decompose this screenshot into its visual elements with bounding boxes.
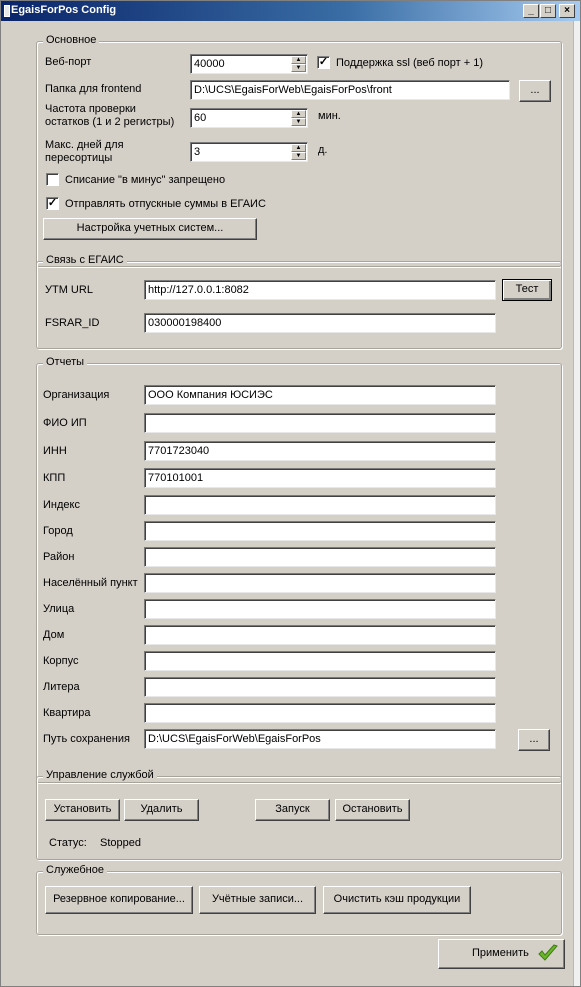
send-sums-checkbox[interactable]: ✓ [46, 197, 59, 210]
web-port-label: Веб-порт [45, 56, 92, 68]
frontend-folder-label: Папка для frontend [45, 83, 142, 95]
report-field-label: Район [43, 551, 75, 563]
spin-up-icon[interactable]: ▲ [291, 144, 306, 152]
minimize-button[interactable]: _ [523, 4, 539, 18]
report-field-input[interactable] [144, 547, 496, 567]
spin-down-icon[interactable]: ▼ [291, 118, 306, 126]
maximize-button[interactable]: □ [540, 4, 556, 18]
report-field-input[interactable]: 770101001 [144, 468, 496, 488]
report-field-input[interactable] [144, 495, 496, 515]
report-field-label: Корпус [43, 655, 79, 667]
web-port-spinner[interactable]: 40000 ▲ ▼ [190, 54, 308, 74]
report-field-input[interactable]: 7701723040 [144, 441, 496, 461]
config-window: EgaisForPos Config _ □ × Основное Веб-по… [0, 0, 581, 987]
reports-legend: Отчеты [43, 356, 88, 368]
utility-group: Служебное Резервное копирование... Учётн… [36, 864, 562, 935]
minus-writeoff-checkbox[interactable] [46, 173, 59, 186]
max-days-label-1: Макс. дней для [45, 139, 124, 151]
start-service-button[interactable]: Запуск [255, 799, 330, 821]
backup-button[interactable]: Резервное копирование... [45, 886, 193, 914]
ssl-label: Поддержка ssl (веб порт + 1) [336, 57, 483, 69]
minus-writeoff-label: Списание "в минус" запрещено [65, 174, 226, 186]
frontend-browse-button[interactable]: ... [519, 80, 551, 102]
remove-service-button[interactable]: Удалить [124, 799, 199, 821]
accounting-systems-button[interactable]: Настройка учетных систем... [43, 218, 257, 240]
report-field-label: Путь сохранения [43, 733, 130, 745]
report-field-input[interactable] [144, 625, 496, 645]
title-bar[interactable]: EgaisForPos Config _ □ × [1, 1, 580, 21]
max-days-label-2: пересортицы [45, 152, 113, 164]
check-freq-label-1: Частота проверки [45, 103, 136, 115]
vertical-scrollbar[interactable] [573, 21, 580, 986]
window-content: Основное Веб-порт 40000 ▲ ▼ ✓ Поддержка … [1, 21, 580, 986]
ssl-checkbox[interactable]: ✓ [317, 56, 330, 69]
utm-url-label: УТМ URL [45, 284, 93, 296]
report-field-input[interactable] [144, 599, 496, 619]
status-label: Статус: [49, 837, 87, 849]
report-field-label: Индекс [43, 499, 80, 511]
report-field-label: КПП [43, 472, 66, 484]
report-field-input[interactable] [144, 521, 496, 541]
install-service-button[interactable]: Установить [45, 799, 120, 821]
main-settings-group: Основное Веб-порт 40000 ▲ ▼ ✓ Поддержка … [36, 34, 562, 267]
apply-label: Применить [472, 947, 529, 959]
check-icon: ✓ [47, 197, 58, 209]
report-field-label: Дом [43, 629, 65, 641]
checkmark-icon [538, 944, 558, 961]
fsrar-id-label: FSRAR_ID [45, 317, 100, 329]
report-field-input[interactable] [144, 677, 496, 697]
check-freq-spinner[interactable]: 60 ▲ ▼ [190, 108, 308, 128]
egais-legend: Связь с ЕГАИС [43, 254, 127, 266]
report-field-label: Улица [43, 603, 75, 615]
max-days-value: 3 [194, 146, 201, 158]
report-field-label: Квартира [43, 707, 91, 719]
report-field-input[interactable] [144, 573, 496, 593]
send-sums-label: Отправлять отпускные суммы в ЕГАИС [65, 198, 266, 210]
main-settings-legend: Основное [43, 34, 100, 46]
apply-button[interactable]: Применить [438, 939, 565, 969]
reports-group: Отчеты Организация ООО Компания ЮСИЭС ФИО … [36, 356, 562, 783]
service-legend: Управление службой [43, 769, 157, 781]
stop-service-button[interactable]: Остановить [335, 799, 410, 821]
report-field-input[interactable] [144, 413, 496, 433]
accounts-button[interactable]: Учётные записи... [199, 886, 316, 914]
egais-group: Связь с ЕГАИС УТМ URL http://127.0.0.1:8… [36, 254, 562, 349]
report-field-label: Организация [43, 389, 110, 401]
close-button[interactable]: × [559, 4, 575, 18]
check-freq-label-2: остатков (1 и 2 регистры) [45, 116, 175, 128]
frontend-folder-input[interactable]: D:\UCS\EgaisForWeb\EgaisForPos\front [190, 80, 510, 100]
report-field-label: Литера [43, 681, 80, 693]
check-freq-value: 60 [194, 112, 207, 124]
report-field-input[interactable]: ООО Компания ЮСИЭС [144, 385, 496, 405]
spin-up-icon[interactable]: ▲ [291, 56, 306, 64]
spin-down-icon[interactable]: ▼ [291, 64, 306, 72]
spin-up-icon[interactable]: ▲ [291, 110, 306, 118]
clear-cache-button[interactable]: Очистить кэш продукции [323, 886, 471, 914]
web-port-value: 40000 [194, 58, 225, 70]
test-button[interactable]: Тест [502, 279, 552, 301]
report-field-label: ИНН [43, 445, 67, 457]
status-value: Stopped [100, 837, 141, 849]
report-field-label: Населённый пункт [43, 577, 138, 589]
report-field-input[interactable] [144, 651, 496, 671]
utm-url-input[interactable]: http://127.0.0.1:8082 [144, 280, 496, 300]
service-group: Управление службой Установить Удалить За… [36, 769, 562, 860]
app-icon [4, 5, 10, 17]
max-days-spinner[interactable]: 3 ▲ ▼ [190, 142, 308, 162]
check-icon: ✓ [318, 56, 329, 68]
report-field-label: Город [43, 525, 73, 537]
window-title: EgaisForPos Config [11, 4, 117, 16]
save-path-browse-button[interactable]: ... [518, 729, 550, 751]
report-field-label: ФИО ИП [43, 417, 87, 429]
utility-legend: Служебное [43, 864, 107, 876]
max-days-unit: д. [318, 144, 328, 156]
report-field-input[interactable]: D:\UCS\EgaisForWeb\EgaisForPos [144, 729, 496, 749]
spin-down-icon[interactable]: ▼ [291, 152, 306, 160]
check-freq-unit: мин. [318, 110, 341, 122]
report-field-input[interactable] [144, 703, 496, 723]
fsrar-id-input[interactable]: 030000198400 [144, 313, 496, 333]
